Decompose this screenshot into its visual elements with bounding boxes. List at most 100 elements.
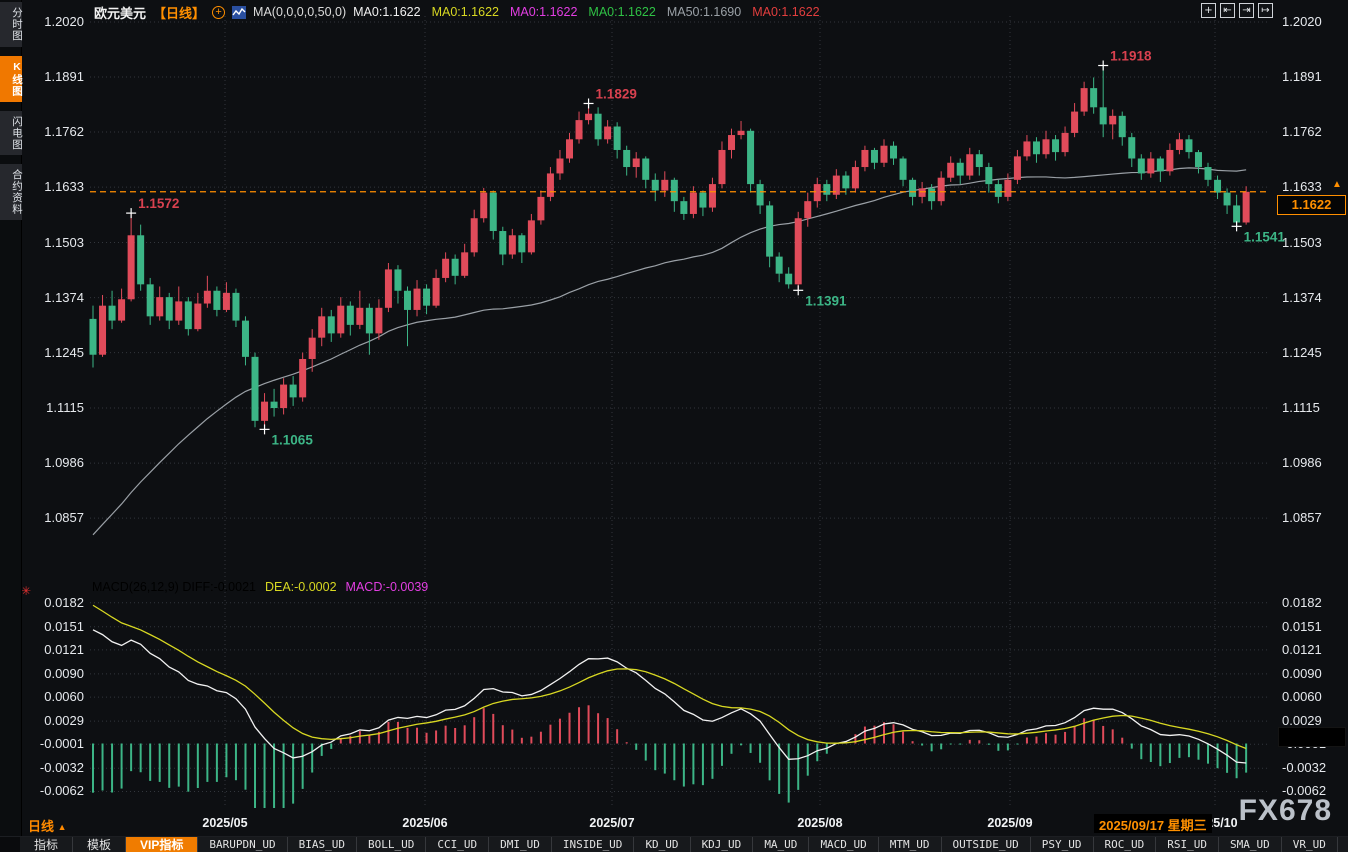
bottom-tab-18[interactable]: RSI_UD [1156, 837, 1219, 852]
bottom-tab-6[interactable]: BOLL_UD [357, 837, 426, 852]
bottom-tab-17[interactable]: ROC_UD [1094, 837, 1157, 852]
x-axis-label: 2025/07 [589, 816, 634, 830]
bottom-tab-12[interactable]: MA_UD [753, 837, 809, 852]
price-axis-label: 1.0857 [22, 510, 84, 525]
macd-axis-label: -0.0032 [22, 760, 84, 775]
macd-axis-label: 0.0151 [22, 619, 84, 634]
sidebar-item-1[interactable]: 分时图 [0, 2, 22, 47]
sidebar-item-3[interactable]: 闪电图 [0, 111, 22, 156]
symbol-title: 欧元美元 [94, 3, 146, 22]
bottom-tab-1[interactable]: 指标 [20, 837, 73, 852]
x-axis-label: 2025/05 [202, 816, 247, 830]
scale-left-icon[interactable]: ⇤ [1220, 3, 1235, 18]
period-badge: 【日线】 [153, 3, 205, 22]
sidebar-item-4[interactable]: 合约资料 [0, 164, 22, 220]
shift-right-icon[interactable]: ↦ [1258, 3, 1273, 18]
period-selector[interactable]: 日线 ▲ [28, 816, 67, 835]
bottom-tab-9[interactable]: INSIDE_UD [552, 837, 635, 852]
watermark: FX678 [1239, 794, 1332, 828]
add-indicator-icon[interactable]: + [212, 6, 225, 19]
high-price-annotation: 1.1572 [138, 196, 179, 211]
macd-axis-label: 0.0121 [22, 642, 84, 657]
bottom-tab-8[interactable]: DMI_UD [489, 837, 552, 852]
bottom-tab-13[interactable]: MACD_UD [809, 837, 878, 852]
price-axis-label: 1.0986 [1282, 455, 1322, 470]
bottom-tab-20[interactable]: VR_UD [1282, 837, 1338, 852]
price-axis-label: 1.1762 [22, 124, 84, 139]
macd-current-value-box [1278, 727, 1346, 747]
macd-axis-label: 0.0182 [1282, 595, 1322, 610]
bottom-tab-5[interactable]: BIAS_UD [288, 837, 357, 852]
ma-value-label: MA0:1.1622 [432, 5, 499, 19]
macd-axis-label: 0.0090 [1282, 666, 1322, 681]
price-axis-label: 1.2020 [22, 14, 84, 29]
price-axis-label: 1.1633 [1282, 179, 1322, 194]
ma-value-label: MA0:1.1622 [752, 5, 819, 19]
price-axis-label: 1.1374 [22, 290, 84, 305]
forex-chart-app: 分时图 K线图闪电图合约资料 欧元美元 【日线】 + MA(0,0,0,0,50,… [0, 0, 1348, 852]
bottom-tab-2[interactable]: 模板 [73, 837, 126, 852]
price-axis-label: 1.1245 [22, 345, 84, 360]
macd-axis-label: 0.0151 [1282, 619, 1322, 634]
bottom-tab-15[interactable]: OUTSIDE_UD [942, 837, 1031, 852]
candlestick-chart[interactable]: 1.15721.10651.18291.13911.19181.1541 [0, 0, 1348, 852]
date-tooltip: 2025/09/17 星期三 [1094, 814, 1212, 833]
x-axis-row: 日线 ▲ 2025/09/17 星期三 2025/05 2025/06 2025/0… [0, 812, 1348, 836]
price-axis-label: 1.1245 [1282, 345, 1322, 360]
macd-title: MACD(26,12,9) DIFF:-0.0021 [92, 580, 256, 594]
ma-settings-label: MA(0,0,0,0,50,0) [253, 5, 346, 19]
sidebar: 分时图 K线图闪电图合约资料 [0, 0, 22, 836]
high-price-annotation: 1.1918 [1110, 49, 1152, 64]
price-axis-label: 1.1503 [1282, 235, 1322, 250]
low-price-annotation: 1.1391 [805, 293, 847, 308]
macd-header: MACD(26,12,9) DIFF:-0.0021 DEA:-0.0002 M… [92, 580, 428, 594]
macd-value: MACD:-0.0039 [346, 580, 429, 594]
chevron-up-icon: ▲ [58, 822, 67, 832]
macd-axis-label: 0.0121 [1282, 642, 1322, 657]
price-axis-label: 1.1633 [22, 179, 84, 194]
bottom-tab-10[interactable]: KD_UD [634, 837, 690, 852]
x-axis-label: 2025/09 [987, 816, 1032, 830]
macd-axis-label: -0.0062 [22, 783, 84, 798]
current-price-marker-icon: ▲ [1332, 179, 1342, 190]
scale-right-icon[interactable]: ⇥ [1239, 3, 1254, 18]
price-axis-label: 1.1891 [22, 69, 84, 84]
low-price-annotation: 1.1065 [272, 432, 314, 447]
x-axis-label: 2025/08 [797, 816, 842, 830]
macd-axis-label: -0.0032 [1282, 760, 1326, 775]
bottom-tab-7[interactable]: CCI_UD [426, 837, 489, 852]
bottom-tab-3[interactable]: VIP指标 [126, 837, 198, 852]
price-axis-label: 1.0857 [1282, 510, 1322, 525]
price-axis-label: 1.2020 [1282, 14, 1322, 29]
bottom-tab-4[interactable]: BARUPDN_UD [198, 837, 287, 852]
price-axis-label: 1.1374 [1282, 290, 1322, 305]
bottom-tab-19[interactable]: SMA_UD [1219, 837, 1282, 852]
bottom-tab-11[interactable]: KDJ_UD [691, 837, 754, 852]
bottom-tab-14[interactable]: MTM_UD [879, 837, 942, 852]
ma-value-label: MA0:1.1622 [588, 5, 655, 19]
chart-style-icon[interactable] [232, 6, 246, 19]
price-axis-label: 1.1891 [1282, 69, 1322, 84]
chart-toolbar: + ⇤ ⇥ ↦ [1201, 3, 1273, 18]
move-tool-icon[interactable]: + [1201, 3, 1216, 18]
current-price-tag: 1.1622 [1277, 195, 1346, 215]
price-axis-label: 1.1762 [1282, 124, 1322, 139]
more-indicators-button[interactable]: >> [1338, 837, 1348, 852]
sidebar-item-2[interactable]: K线图 [0, 56, 22, 102]
indicator-settings-icon[interactable]: ✳ [21, 584, 31, 598]
macd-dea-value: DEA:-0.0002 [265, 580, 337, 594]
x-axis-label: 2025/06 [402, 816, 447, 830]
bottom-toolbar: 指标模板VIP指标BARUPDN_UDBIAS_UDBOLL_UDCCI_UDD… [0, 836, 1348, 852]
price-axis-label: 1.1503 [22, 235, 84, 250]
ma-value-label: MA0:1.1622 [510, 5, 577, 19]
ma-value-label: MA0:1.1622 [353, 5, 420, 19]
macd-axis-label: 0.0029 [22, 713, 84, 728]
macd-axis-label: 0.0029 [1282, 713, 1322, 728]
ma-value-label: MA50:1.1690 [667, 5, 741, 19]
price-axis-label: 1.0986 [22, 455, 84, 470]
bottom-tab-16[interactable]: PSY_UD [1031, 837, 1094, 852]
chart-header: 欧元美元 【日线】 + MA(0,0,0,0,50,0) MA0:1.1622 M… [94, 4, 820, 20]
price-axis-label: 1.1115 [1282, 400, 1320, 415]
macd-axis-label: 0.0090 [22, 666, 84, 681]
macd-axis-label: 0.0182 [22, 595, 84, 610]
